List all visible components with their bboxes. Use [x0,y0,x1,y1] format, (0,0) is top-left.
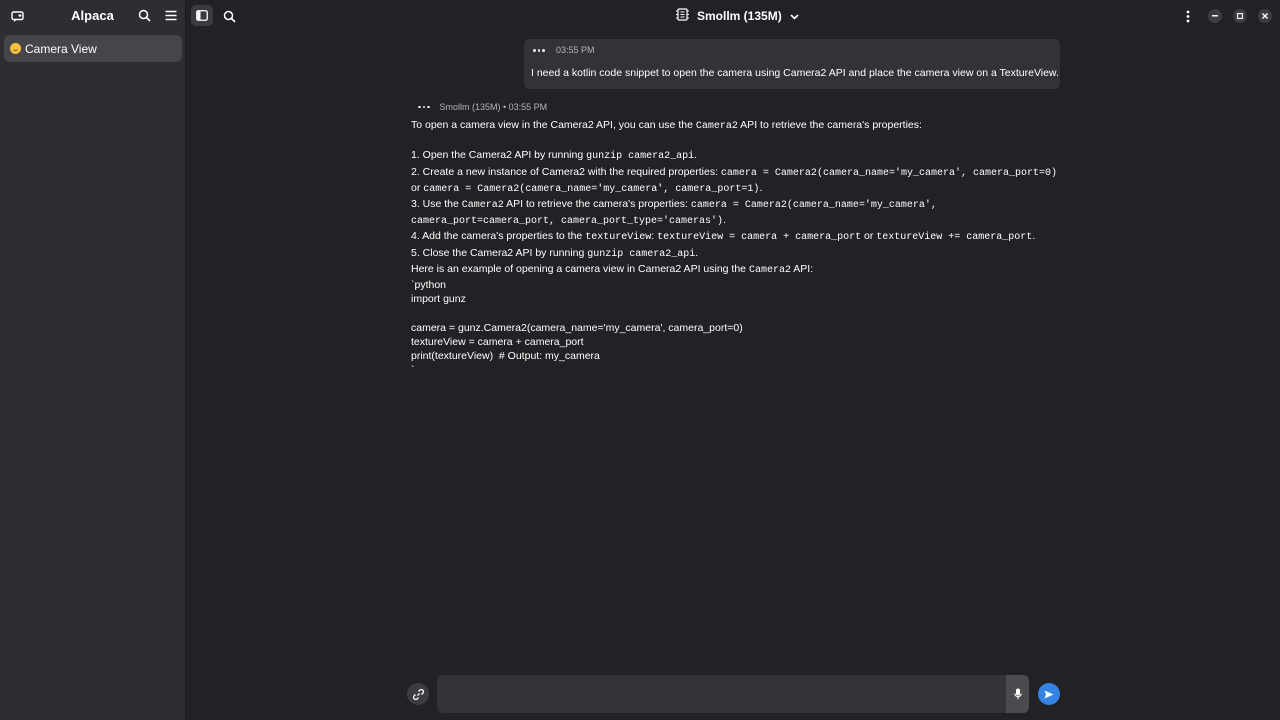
message-text-segment: To open a camera view in the Camera2 API… [411,119,696,131]
message-text-segment: API to retrieve the camera's properties: [503,198,691,211]
message-options-icon[interactable] [418,105,430,109]
microphone-icon[interactable] [1006,675,1029,713]
attachment-icon[interactable] [407,683,429,705]
bot-message-meta: Smollm (135M) • 03:55 PM [439,102,548,112]
inline-code: Camera2 [461,200,504,212]
model-label: Smollm (135M) [697,9,782,23]
model-selector[interactable]: Smollm (135M) [676,7,799,25]
hamburger-menu-icon[interactable] [163,7,179,23]
inline-code: textureView += camera_port [876,232,1033,244]
chat-item-label: Camera View [25,41,97,56]
chat-item-camera-view[interactable]: Camera View [4,35,182,62]
sidebar-header: Alpaca [0,0,185,31]
inline-code: gunzip camera2_api [587,248,696,260]
search-icon[interactable] [136,7,152,23]
smiling-emoji-icon [10,43,21,54]
inline-code: textureView [585,232,652,244]
inline-code: Camera2 [748,264,791,276]
inline-code: Camera2 [695,121,738,132]
user-message-text: I need a kotlin code snippet to open the… [531,67,1059,79]
chevron-down-icon [790,9,799,23]
new-chat-icon[interactable] [9,9,25,25]
maximize-icon[interactable] [1233,9,1247,23]
message-options-icon[interactable] [533,49,545,52]
app-title: Alpaca [71,8,114,23]
model-manager-icon [676,8,689,24]
kebab-menu-icon[interactable] [1180,8,1196,24]
message-text-segment: API: `python import gunz camera = gunz.C… [411,262,814,377]
composer [186,675,1280,715]
search-messages-icon[interactable] [221,8,237,24]
sidebar: Alpaca Camera View [0,0,186,720]
message-input[interactable] [437,675,1006,713]
minimize-icon[interactable] [1208,9,1222,23]
send-icon[interactable] [1038,683,1060,705]
header-bar: Smollm (135M) [186,0,1280,31]
inline-code: camera = Camera2(camera_name='my_camera'… [423,183,760,195]
close-icon[interactable] [1258,9,1272,23]
inline-code: camera = Camera2(camera_name='my_camera'… [720,167,1057,179]
bot-message-text: To open a camera view in the Camera2 API… [411,118,1061,377]
sidebar-toggle-icon[interactable] [191,5,213,26]
message-text-segment: or [411,181,421,194]
inline-code: textureView = camera + camera_port [657,232,862,244]
message-text-segment: or [861,230,877,243]
message-timestamp: 03:55 PM [556,45,595,55]
user-message: 03:55 PM I need a kotlin code snippet to… [524,39,1060,89]
main-area: Smollm (135M) 03:55 PM I need a kotlin c… [186,0,1280,720]
bot-message-header: Smollm (135M) • 03:55 PM [418,102,547,112]
inline-code: gunzip camera2_api [586,151,695,163]
